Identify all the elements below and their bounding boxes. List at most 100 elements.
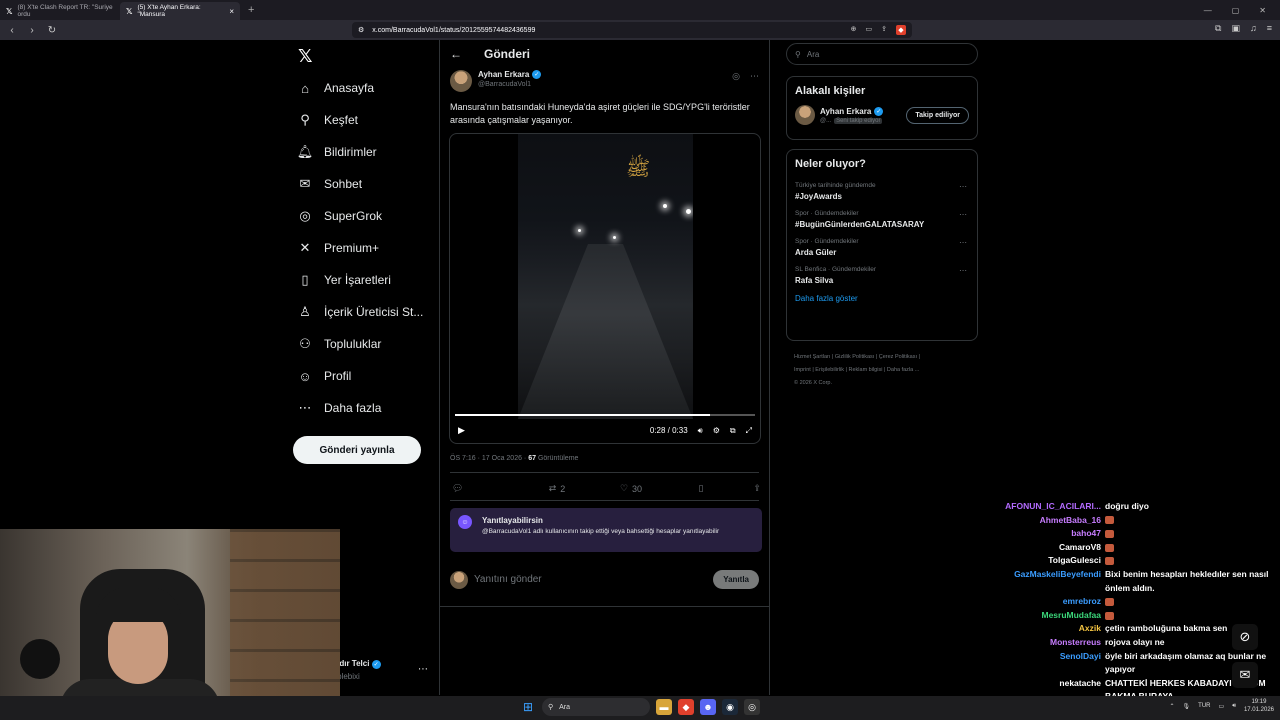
volume-icon[interactable]: 🔊︎ [698,426,703,436]
avatar[interactable] [450,70,472,92]
messages-float-icon[interactable]: ✉ [1232,662,1258,688]
sidebar-item-communities[interactable]: ⚇ Topluluklar [298,336,381,351]
like-button[interactable]: ♡ 30 [594,483,668,494]
clock[interactable]: 19:19 17.01.2026 [1244,698,1274,714]
music-icon[interactable]: ♫ [1250,23,1257,34]
trend-item[interactable]: SL Benfica · Gündemdekiler Rafa Silva ⋯ [795,266,969,285]
fullscreen-icon[interactable]: ⤢ [746,426,752,436]
more-options-icon[interactable]: ⋯ [959,182,967,191]
chat-username[interactable]: GazMaskeliBeyefendi [960,568,1105,595]
reply-input[interactable]: Yanıtını gönder [474,574,542,585]
sidebar-item-bell[interactable]: 🔔︎ Bildirimler [297,144,377,159]
footer-line[interactable]: Imprint | Erişilebilirlik | Reklam bilgi… [794,364,974,377]
bookmark-icon[interactable]: ▯ [664,483,738,494]
trend-item[interactable]: Türkiye tarihinde gündemde #JoyAwards ⋯ [795,182,969,201]
chat-username[interactable]: CamaroV8 [960,541,1105,555]
zoom-icon[interactable]: ⊕ [851,25,857,35]
x-logo-icon[interactable]: 𝕏 [298,46,313,67]
close-tab-icon[interactable]: × [229,7,234,16]
address-bar[interactable]: ⚙ x.com/BarracudaVol1/status/20125595744… [352,22,912,38]
chat-username[interactable]: SenolDayi [960,650,1105,677]
repost-button[interactable]: ⇄ 2 [520,483,594,494]
sidebar-item-creator[interactable]: ♙ İçerik Üreticisi St... [298,304,423,319]
sidebar-item-x[interactable]: ✕ Premium+ [298,240,379,255]
back-icon[interactable]: ‹ [6,25,18,36]
footer-line[interactable]: Hizmet Şartları | Gizlilik Politikası | … [794,351,974,364]
author-name[interactable]: Ayhan Erkara ✓ [478,70,542,79]
more-options-icon[interactable]: ⋯ [959,210,967,219]
related-name[interactable]: Ayhan Erkara ✓ [820,106,884,116]
video-player[interactable]: ﷺ ▶ 0:28 / 0:33 🔊︎ ⚙ ⧉ ⤢ [449,133,761,444]
author-handle[interactable]: @BarracudaVol1 [478,81,541,88]
maximize-icon[interactable]: ▢ [1232,6,1240,15]
screen-icon[interactable]: ▭ [866,25,873,35]
browser-tab[interactable]: 𝕏 (8) X'te Clash Report TR: "Suriye ordu [0,2,120,20]
following-button[interactable]: Takip ediliyor [906,106,969,124]
language-indicator[interactable]: TUR [1198,703,1210,709]
mic-icon[interactable]: 🎙︎ [1183,703,1191,710]
browser-tab-active[interactable]: 𝕏 (5) X'te Ayhan Erkara: "Mansura × [120,2,240,20]
steam-icon[interactable]: ◉ [722,699,738,715]
new-tab-button[interactable]: + [240,4,262,16]
pip-icon[interactable]: ⧉ [730,426,736,436]
share-icon[interactable]: ⇪ [753,483,761,494]
show-more-link[interactable]: Daha fazla göster [795,294,969,303]
brave-shield-icon[interactable]: ◆ [896,25,906,35]
sidebar-item-more[interactable]: ⋯ Daha fazla [298,400,382,415]
network-icon[interactable]: ▭ [1219,703,1225,710]
repost-icon: ⇄ [548,483,557,493]
volume-icon[interactable]: 🔊︎ [1232,703,1236,710]
sidebar-item-grok[interactable]: ◎ SuperGrok [298,208,382,223]
extensions-icon[interactable]: ⧉ [1215,23,1221,34]
search-input[interactable]: ⚲ Ara [786,43,978,65]
related-person[interactable]: Ayhan Erkara ✓ @... Seni takip ediyor Taki… [795,105,969,125]
trend-item[interactable]: Spor · Gündemdekiler Arda Güler ⋯ [795,238,969,257]
play-icon[interactable]: ▶ [458,425,465,436]
more-options-icon[interactable]: ⋯ [959,266,967,275]
grok-icon[interactable]: ◎ [732,71,740,82]
sidebar-item-search[interactable]: ⚲ Keşfet [298,112,358,127]
discord-icon[interactable]: ☻ [700,699,716,715]
chat-username[interactable]: Monsterreus [960,636,1105,650]
reload-icon[interactable]: ↻ [46,25,58,36]
windows-start-icon[interactable]: ⊞ [520,699,536,715]
share-icon[interactable]: ⇪ [881,25,887,35]
sidebar-item-bookmark[interactable]: ▯ Yer İşaretleri [298,272,391,287]
more-options-icon[interactable]: ⋯ [959,238,967,247]
chat-username[interactable]: MesruMudafaa [960,609,1105,623]
wallet-icon[interactable]: ▣ [1231,23,1240,34]
tray-chevron-icon[interactable]: ⌃ [1170,703,1175,710]
more-options-icon[interactable]: ⋯ [750,71,759,82]
reply-button[interactable]: Yanıtla [713,570,759,589]
back-arrow-icon[interactable]: ← [450,47,462,61]
sidebar-item-home[interactable]: ⌂ Anasayfa [298,81,374,96]
account-more-icon[interactable]: ⋯ [418,664,428,675]
grok-float-icon[interactable]: ⊘ [1232,624,1258,650]
chat-username[interactable]: baho47 [960,527,1105,541]
post-author[interactable]: Ayhan Erkara ✓ @BarracudaVol1 [450,70,542,92]
post-button[interactable]: Gönderi yayınla [293,436,421,464]
chat-username[interactable]: emrebroz [960,595,1105,609]
sidebar-item-profile[interactable]: ☺ Profil [298,369,351,384]
minimize-icon[interactable]: — [1204,6,1212,15]
menu-icon[interactable]: ≡ [1267,23,1272,34]
chat-username[interactable]: AhmetBaba_16 [960,514,1105,528]
reply-icon[interactable]: 💬︎ [452,483,520,494]
browser-tab-bar: 𝕏 (8) X'te Clash Report TR: "Suriye ordu… [0,0,1280,20]
forward-icon[interactable]: › [26,25,38,36]
chat-username[interactable]: TolgaGulesci [960,554,1105,568]
close-window-icon[interactable]: ✕ [1259,6,1266,15]
site-info-icon[interactable]: ⚙ [358,26,364,34]
folder-icon[interactable]: ▬ [656,699,672,715]
mail-icon: ✉ [299,176,311,191]
chat-username[interactable]: AFONUN_IC_ACILARI... [960,500,1105,514]
settings-icon[interactable]: ⚙ [713,426,720,436]
trend-item[interactable]: Spor · Gündemdekiler #BugünGünlerdenGALAT… [795,210,969,229]
sidebar-item-mail[interactable]: ✉ Sohbet [298,176,363,191]
avatar[interactable] [795,105,815,125]
chat-username[interactable]: Axzik [960,622,1105,636]
video-progress-bar[interactable] [455,414,755,416]
brave-icon[interactable]: ◆ [678,699,694,715]
taskbar-search[interactable]: ⚲ Ara [542,698,650,716]
obs-icon[interactable]: ◎ [744,699,760,715]
